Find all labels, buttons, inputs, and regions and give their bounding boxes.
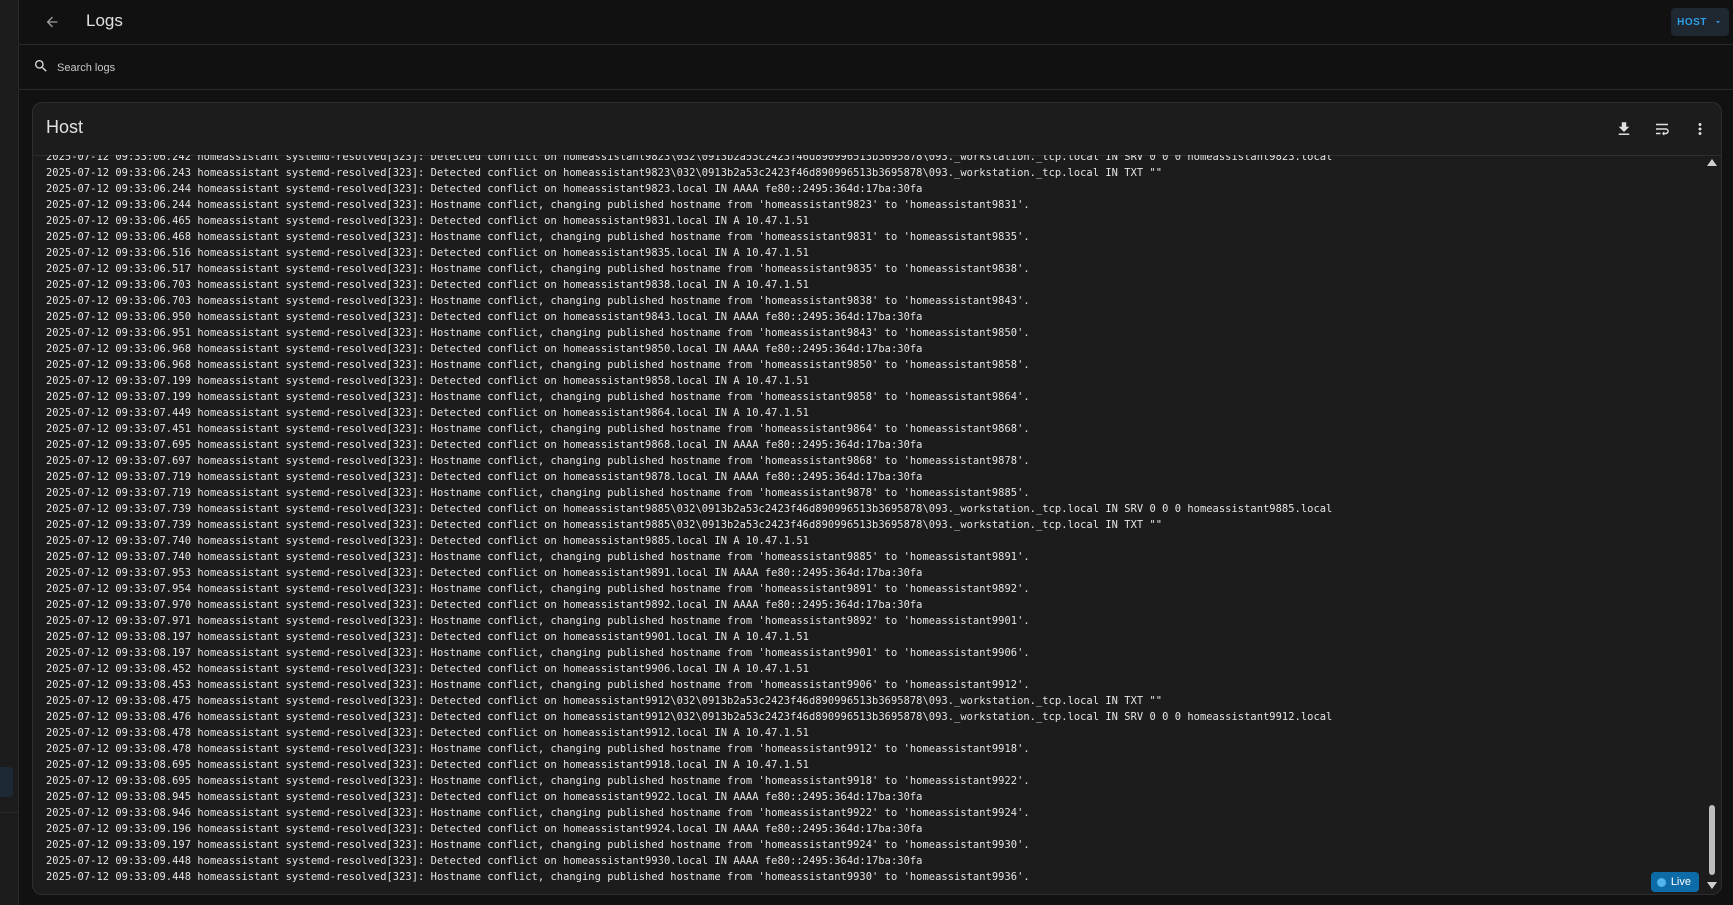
card-header: Host — [33, 103, 1721, 156]
log-line: 2025-07-12 09:33:06.517 homeassistant sy… — [46, 263, 1030, 275]
back-button[interactable] — [36, 6, 68, 38]
log-line: 2025-07-12 09:33:07.451 homeassistant sy… — [46, 423, 1030, 435]
card-title: Host — [46, 117, 84, 137]
log-line: 2025-07-12 09:33:06.703 homeassistant sy… — [46, 295, 1030, 307]
log-line: 2025-07-12 09:33:07.449 homeassistant sy… — [46, 407, 809, 419]
log-line: 2025-07-12 09:33:09.448 homeassistant sy… — [46, 855, 923, 867]
log-line: 2025-07-12 09:33:08.946 homeassistant sy… — [46, 807, 1030, 819]
log-line: 2025-07-12 09:33:06.968 homeassistant sy… — [46, 359, 1030, 371]
sidebar-divider — [0, 812, 18, 813]
page-title: Logs — [86, 11, 123, 30]
search-input[interactable] — [55, 55, 659, 81]
log-provider-label: HOST — [1677, 16, 1707, 28]
wrap-lines-icon — [1656, 123, 1669, 136]
more-vertical-icon — [1698, 123, 1702, 135]
arrow-left-icon — [46, 16, 58, 28]
log-line: 2025-07-12 09:33:08.453 homeassistant sy… — [46, 679, 1030, 691]
log-line: 2025-07-12 09:33:08.452 homeassistant sy… — [46, 663, 809, 675]
search-bar — [19, 45, 1733, 90]
log-line: 2025-07-12 09:33:07.970 homeassistant sy… — [46, 599, 923, 611]
scroll-down-arrow[interactable] — [1707, 882, 1717, 889]
log-line: 2025-07-12 09:33:07.739 homeassistant sy… — [46, 503, 1333, 515]
log-line: 2025-07-12 09:33:08.478 homeassistant sy… — [46, 743, 1030, 755]
log-line: 2025-07-12 09:33:06.465 homeassistant sy… — [46, 215, 809, 227]
log-line: 2025-07-12 09:33:07.740 homeassistant sy… — [46, 551, 1030, 563]
log-card: Host 2025-07-12 09:33:06.242 homeassista… — [32, 102, 1722, 895]
live-indicator-dot — [1656, 877, 1666, 887]
log-line: 2025-07-12 09:33:06.703 homeassistant sy… — [46, 279, 809, 291]
log-line: 2025-07-12 09:33:06.244 homeassistant sy… — [46, 183, 923, 195]
log-line: 2025-07-12 09:33:07.199 homeassistant sy… — [46, 375, 809, 387]
log-line: 2025-07-12 09:33:08.476 homeassistant sy… — [46, 711, 1333, 723]
log-line: 2025-07-12 09:33:06.244 homeassistant sy… — [46, 199, 1030, 211]
log-line: 2025-07-12 09:33:09.448 homeassistant sy… — [46, 871, 1030, 883]
log-line: 2025-07-12 09:33:07.953 homeassistant sy… — [46, 567, 923, 579]
log-line: 2025-07-12 09:33:08.475 homeassistant sy… — [46, 695, 1163, 707]
log-line: 2025-07-12 09:33:07.739 homeassistant sy… — [46, 519, 1163, 531]
log-line: 2025-07-12 09:33:07.719 homeassistant sy… — [46, 487, 1030, 499]
log-line: 2025-07-12 09:33:07.697 homeassistant sy… — [46, 455, 1030, 467]
log-line: 2025-07-12 09:33:07.740 homeassistant sy… — [46, 535, 809, 547]
log-line: 2025-07-12 09:33:08.478 homeassistant sy… — [46, 727, 809, 739]
sidebar-selected-item[interactable] — [0, 767, 13, 797]
top-toolbar: Logs HOST — [19, 0, 1733, 45]
log-content: 2025-07-12 09:33:06.242 homeassistant sy… — [33, 155, 1703, 893]
log-line: 2025-07-12 09:33:06.243 homeassistant sy… — [46, 167, 1163, 179]
download-button[interactable] — [1611, 116, 1637, 142]
search-icon — [35, 60, 47, 72]
log-line: 2025-07-12 09:33:09.196 homeassistant sy… — [46, 823, 923, 835]
scroll-up-arrow[interactable] — [1707, 159, 1717, 166]
log-line: 2025-07-12 09:33:07.971 homeassistant sy… — [46, 615, 1030, 627]
wrap-lines-button[interactable] — [1649, 116, 1675, 142]
log-line: 2025-07-12 09:33:06.951 homeassistant sy… — [46, 327, 1030, 339]
log-line: 2025-07-12 09:33:08.695 homeassistant sy… — [46, 759, 809, 771]
download-icon — [1618, 122, 1630, 135]
log-line: 2025-07-12 09:33:07.954 homeassistant sy… — [46, 583, 1030, 595]
log-provider-select[interactable]: HOST — [1671, 8, 1729, 36]
scroll-thumb[interactable] — [1709, 805, 1715, 875]
more-menu-button[interactable] — [1687, 116, 1713, 142]
log-line: 2025-07-12 09:33:07.719 homeassistant sy… — [46, 471, 923, 483]
log-line: 2025-07-12 09:33:08.945 homeassistant sy… — [46, 791, 923, 803]
live-button[interactable]: Live — [1650, 872, 1699, 892]
log-line: 2025-07-12 09:33:08.695 homeassistant sy… — [46, 775, 1030, 787]
log-line: 2025-07-12 09:33:06.968 homeassistant sy… — [46, 343, 923, 355]
sidebar — [0, 0, 19, 905]
log-line: 2025-07-12 09:33:06.468 homeassistant sy… — [46, 231, 1030, 243]
log-line: 2025-07-12 09:33:08.197 homeassistant sy… — [46, 647, 1030, 659]
log-line: 2025-07-12 09:33:07.695 homeassistant sy… — [46, 439, 923, 451]
log-line: 2025-07-12 09:33:06.516 homeassistant sy… — [46, 247, 809, 259]
log-line: 2025-07-12 09:33:08.197 homeassistant sy… — [46, 631, 809, 643]
log-line: 2025-07-12 09:33:06.242 homeassistant sy… — [46, 155, 1333, 163]
live-label: Live — [1670, 876, 1691, 888]
log-line: 2025-07-12 09:33:09.197 homeassistant sy… — [46, 839, 1030, 851]
log-line: 2025-07-12 09:33:07.199 homeassistant sy… — [46, 391, 1030, 403]
log-scrollbar[interactable] — [1703, 155, 1721, 893]
log-line: 2025-07-12 09:33:06.950 homeassistant sy… — [46, 311, 923, 323]
chevron-down-icon — [1715, 21, 1720, 24]
log-lines: 2025-07-12 09:33:06.242 homeassistant sy… — [46, 155, 1332, 885]
